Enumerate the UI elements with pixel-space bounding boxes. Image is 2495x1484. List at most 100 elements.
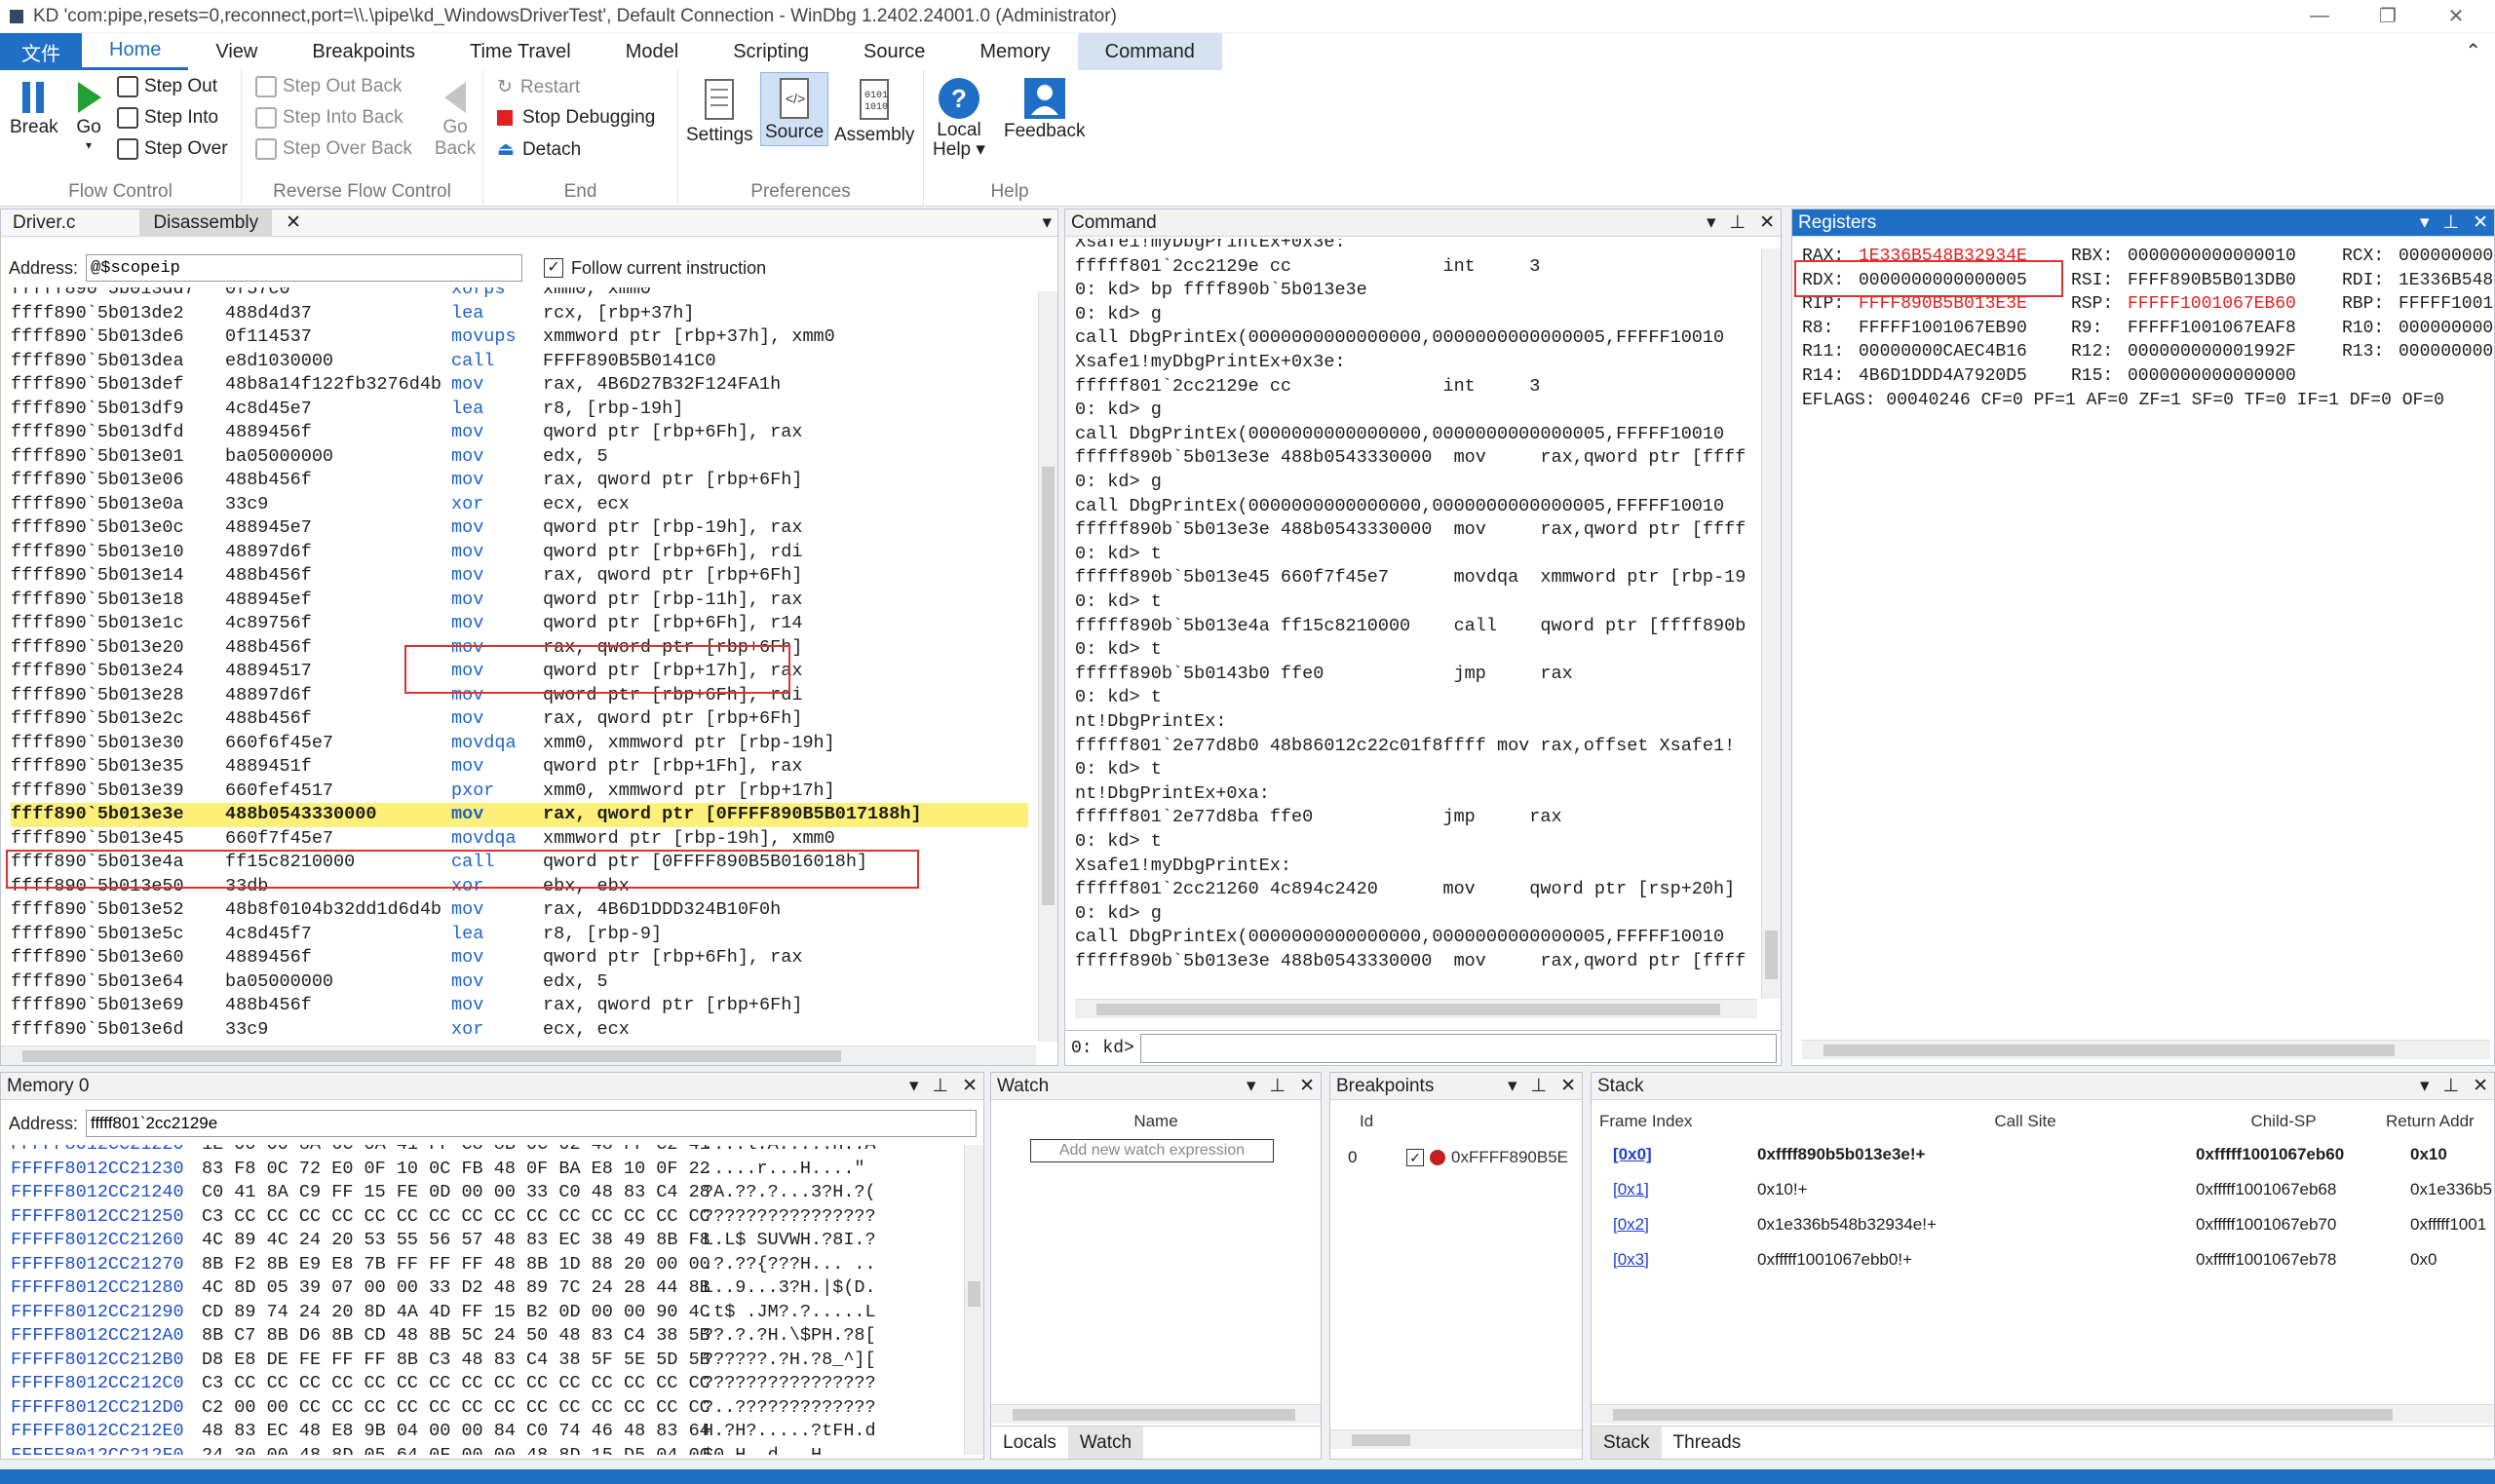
memory-line[interactable]: FFFFF8012CC21240 C0 41 8A C9 FF 15 FE 0D … (11, 1181, 956, 1205)
step-out-button[interactable]: Step Out (117, 76, 217, 97)
disasm-line[interactable]: ffff890`5b013e3e 488b0543330000 mov rax, qw… (11, 803, 1028, 827)
stack-frame-index[interactable]: [0x1] (1613, 1180, 1649, 1199)
step-out-back-button[interactable]: Step Out Back (255, 76, 403, 97)
detach-button[interactable]: ⏏ Detach (497, 138, 581, 161)
memory-line[interactable]: FFFFF8012CC212F0 24 30 00 48 8D 05 64 0F … (11, 1444, 956, 1456)
breakpoints-hscroll[interactable] (1330, 1429, 1582, 1449)
pin-icon[interactable]: ⊥ (933, 1075, 949, 1097)
close-panel-icon[interactable]: ✕ (2473, 1075, 2488, 1097)
disasm-line[interactable]: ffff890`5b013e0c 488945e7 mov qword ptr [rb… (11, 516, 1028, 541)
collapse-ribbon-icon[interactable]: ⌃ (2465, 39, 2481, 63)
disasm-line[interactable]: ffff890`5b013df9 4c8d45e7 lea r8, [rbp-19h] (11, 398, 1028, 422)
stack-frame-index[interactable]: [0x3] (1613, 1250, 1649, 1270)
register-value[interactable]: 000000000 (2399, 319, 2493, 338)
register-value[interactable]: FFFFF1001067EB90 (1859, 319, 2027, 338)
tab-command[interactable]: Command (1077, 33, 1222, 70)
close-icon[interactable]: ✕ (2427, 0, 2485, 32)
stack-frame-index[interactable]: [0x0] (1613, 1145, 1652, 1164)
tab-breakpoints[interactable]: Breakpoints (285, 33, 442, 70)
command-output[interactable]: Xsafe1!myDbgPrintEx+0x3e: fffff801`2cc212… (1075, 239, 1757, 989)
tab-disassembly[interactable]: Disassembly (139, 209, 273, 237)
memory-line[interactable]: FFFFF8012CC21270 8B F2 8B E9 E8 7B FF FF … (11, 1253, 956, 1277)
tab-model[interactable]: Model (598, 33, 706, 70)
step-into-button[interactable]: Step Into (117, 107, 218, 129)
tab-home[interactable]: Home (82, 33, 189, 70)
tab-memory[interactable]: Memory (952, 33, 1077, 70)
register-value[interactable]: FFFF890B5B013E3E (1859, 294, 2027, 314)
tab-scripting[interactable]: Scripting (706, 33, 836, 70)
minimize-icon[interactable]: — (2290, 0, 2349, 32)
register-value[interactable]: 00000000CAEC4B16 (1859, 342, 2027, 361)
register-value[interactable]: 4B6D1DDD4A7920D5 (1859, 366, 2027, 386)
pin-icon[interactable]: ⊥ (1531, 1075, 1548, 1097)
tab-time-travel[interactable]: Time Travel (442, 33, 598, 70)
go-back-button[interactable]: Go Back (433, 78, 478, 160)
disasm-line[interactable]: ffff890`5b013e0a 33c9 xor ecx, ecx (11, 493, 1028, 517)
local-help-button[interactable]: ? Local Help ▾ (930, 76, 988, 160)
tab-file[interactable]: 文件 (0, 33, 82, 70)
command-input[interactable] (1139, 1033, 1777, 1063)
disasm-line[interactable]: ffff890`5b013e30 660f6f45e7 movdqa xmm0, xm… (11, 732, 1028, 756)
command-hscroll[interactable] (1075, 999, 1757, 1018)
disasm-line[interactable]: ffff890`5b013e64 ba05000000 mov edx, 5 (11, 970, 1028, 995)
register-value[interactable]: FFFF890B5B013DB0 (2128, 271, 2296, 290)
close-panel-icon[interactable]: ✕ (1299, 1075, 1315, 1097)
registers-hscroll[interactable] (1802, 1040, 2490, 1059)
disasm-line[interactable]: ffff890`5b013e14 488b456f mov rax, qword pt… (11, 564, 1028, 589)
disasm-line[interactable]: ffff890`5b013def 48b8a14f122fb3276d4b mov r… (11, 373, 1028, 398)
stack-frame-row[interactable]: [0x0] 0xffff890b5b013e3e!+ 0xfffff1001067e… (1592, 1141, 2494, 1170)
stack-hscroll[interactable] (1592, 1404, 2494, 1424)
disasm-line[interactable]: ffff890`5b013e01 ba05000000 mov edx, 5 (11, 445, 1028, 470)
disasm-line[interactable]: ffff890`5b013e18 488945ef mov qword ptr [rb… (11, 589, 1028, 613)
stack-frame-row[interactable]: [0x3] 0xfffff1001067ebb0!+ 0xfffff1001067e… (1592, 1246, 2494, 1275)
disasm-line[interactable]: ffff890`5b013e06 488b456f mov rax, qword pt… (11, 469, 1028, 493)
register-value[interactable]: 1E336B548 (2399, 271, 2493, 290)
close-panel-icon[interactable]: ✕ (1759, 211, 1775, 234)
register-value[interactable]: 000000000001992F (2128, 342, 2296, 361)
address-input[interactable] (86, 254, 523, 282)
panel-menu-icon[interactable]: ▾ (1707, 211, 1716, 234)
pin-icon[interactable]: ⊥ (2443, 1075, 2460, 1097)
close-panel-icon[interactable]: ✕ (962, 1075, 978, 1097)
register-value[interactable]: FFFFF1001067EAF8 (2128, 319, 2296, 338)
go-button[interactable]: Go ▾ (72, 78, 105, 152)
watch-hscroll[interactable] (991, 1404, 1321, 1424)
memory-line[interactable]: FFFFF8012CC21220 1E 00 00 8A 6C 0A 41 FF … (11, 1145, 956, 1158)
memory-line[interactable]: FFFFF8012CC212C0 C3 CC CC CC CC CC CC CC … (11, 1372, 956, 1396)
disasm-line[interactable]: ffff890`5b013e6d 33c9 xor ecx, ecx (11, 1018, 1028, 1043)
memory-line[interactable]: FFFFF8012CC21260 4C 89 4C 24 20 53 55 56 … (11, 1229, 956, 1253)
disasm-line[interactable]: fffff890`5b013dd7 0f57c0 xorps xmm0, xmm0 (11, 287, 1028, 302)
close-tab-icon[interactable]: ✕ (286, 211, 301, 234)
tab-threads[interactable]: Threads (1662, 1432, 1753, 1454)
step-over-button[interactable]: Step Over (117, 138, 228, 160)
tab-locals[interactable]: Locals (991, 1432, 1068, 1454)
register-value[interactable]: FFFFF1001067EB60 (2128, 294, 2296, 314)
disasm-line[interactable]: ffff890`5b013e60 4889456f mov qword ptr [rb… (11, 946, 1028, 970)
feedback-button[interactable]: Feedback (1004, 76, 1085, 142)
tab-source[interactable]: Source (836, 33, 952, 70)
register-value[interactable]: 000000000 (2399, 247, 2493, 266)
disasm-line[interactable]: ffff890`5b013e5c 4c8d45f7 lea r8, [rbp-9] (11, 923, 1028, 947)
tab-driver-c[interactable]: Driver.c (7, 212, 81, 234)
disasm-line[interactable]: ffff890`5b013e10 48897d6f mov qword ptr [rb… (11, 541, 1028, 565)
memory-line[interactable]: FFFFF8012CC212A0 8B C7 8B D6 8B CD 48 8B … (11, 1324, 956, 1349)
close-panel-icon[interactable]: ✕ (2473, 211, 2488, 234)
pin-icon[interactable]: ⊥ (2443, 211, 2460, 234)
break-button[interactable]: Break (10, 78, 58, 138)
memory-line[interactable]: FFFFF8012CC21230 83 F8 0C 72 E0 0F 10 0C … (11, 1158, 956, 1182)
disasm-line[interactable]: ffff890`5b013e52 48b8f0104b32dd1d6d4b mov r… (11, 898, 1028, 923)
breakpoint-enabled-checkbox[interactable]: ✓ (1406, 1149, 1424, 1166)
source-button[interactable]: </> Source (760, 72, 829, 146)
close-panel-icon[interactable]: ✕ (1560, 1075, 1576, 1097)
disassembly-vscroll[interactable] (1038, 291, 1057, 1042)
register-value[interactable]: 000000000 (2399, 342, 2493, 361)
register-value[interactable]: 0000000000000000 (2128, 366, 2296, 386)
disasm-line[interactable]: ffff890`5b013e1c 4c89756f mov qword ptr [rb… (11, 612, 1028, 636)
memory-dump[interactable]: FFFFF8012CC21220 1E 00 00 8A 6C 0A 41 FF … (11, 1145, 956, 1455)
disasm-line[interactable]: ffff890`5b013e35 4889451f mov qword ptr [rb… (11, 755, 1028, 780)
memory-line[interactable]: FFFFF8012CC212D0 C2 00 00 CC CC CC CC CC … (11, 1396, 956, 1421)
disassembly-hscroll[interactable] (1, 1046, 1036, 1065)
disasm-line[interactable]: ffff890`5b013e39 660fef4517 pxor xmm0, xmmw… (11, 780, 1028, 804)
panel-menu-icon[interactable]: ▾ (1508, 1075, 1517, 1097)
memory-vscroll[interactable] (964, 1145, 983, 1455)
